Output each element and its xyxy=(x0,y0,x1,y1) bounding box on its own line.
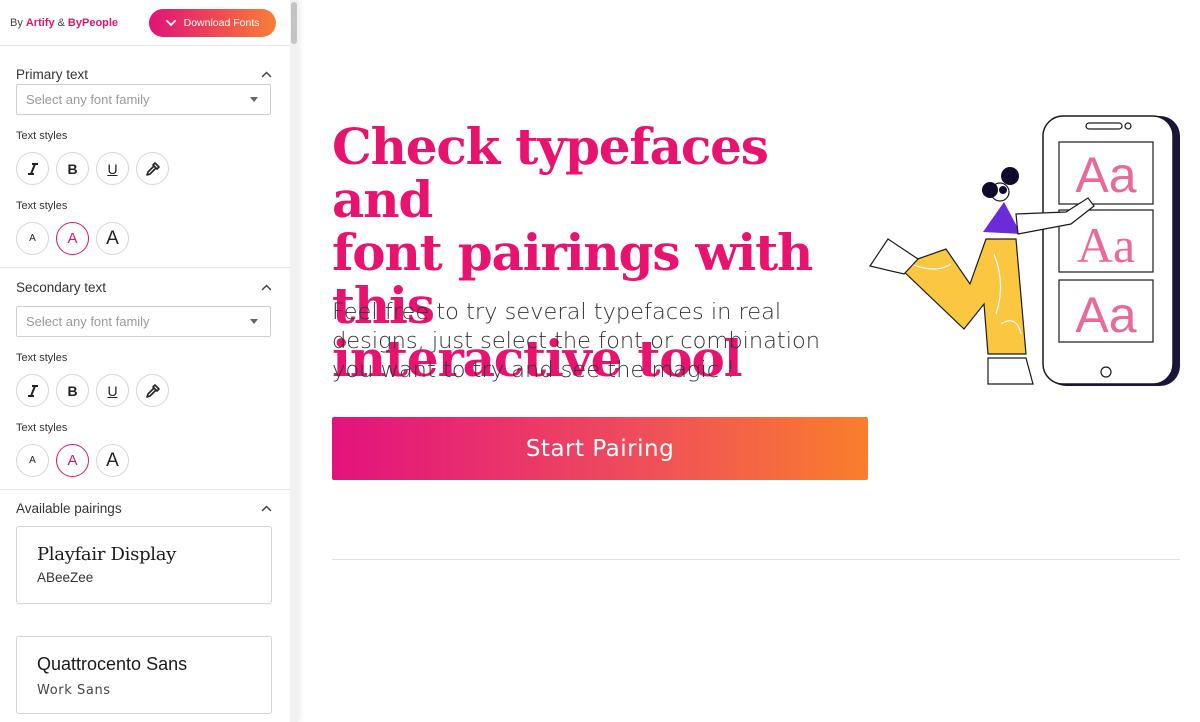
size-small-button[interactable]: A xyxy=(16,444,49,477)
pairing-card[interactable]: Quattrocento Sans Work Sans xyxy=(16,636,272,714)
primary-text-title: Primary text xyxy=(16,66,89,82)
size-small-button[interactable]: A xyxy=(16,222,49,255)
secondary-text-styles-label: Text styles xyxy=(16,352,68,364)
italic-button[interactable] xyxy=(16,152,49,185)
color-picker-button[interactable] xyxy=(136,374,169,407)
size-medium-label: A xyxy=(67,452,78,469)
artify-link[interactable]: Artify xyxy=(26,17,55,29)
download-fonts-button[interactable]: Download Fonts xyxy=(149,8,277,37)
bold-button[interactable]: B xyxy=(56,374,89,407)
subtext-line: you want to try and see the magic ! xyxy=(332,357,736,383)
primary-text-size-label: Text styles xyxy=(16,200,68,212)
phone-sample-2: Aa xyxy=(1077,217,1135,273)
bypeople-link[interactable]: ByPeople xyxy=(68,17,118,29)
pairings-section: Available pairings Playfair Display ABee… xyxy=(0,490,298,714)
pairing-primary-font: Quattrocento Sans xyxy=(37,654,188,674)
size-large-button[interactable]: A xyxy=(96,222,129,255)
headline-line: Check typefaces and xyxy=(332,117,769,229)
primary-format-buttons: B U xyxy=(16,152,282,185)
bold-button[interactable]: B xyxy=(56,152,89,185)
hero-subtext: Feel free to try several typefaces in re… xyxy=(332,298,852,385)
sidebar: By Artify & ByPeople Download Fonts Prim… xyxy=(0,0,298,722)
secondary-text-section: Secondary text Select any font family Te… xyxy=(0,268,298,490)
chevron-down-icon xyxy=(165,19,176,26)
primary-font-select[interactable]: Select any font family xyxy=(16,84,271,115)
start-pairing-button[interactable]: Start Pairing xyxy=(332,417,868,480)
primary-size-buttons: A A A xyxy=(16,222,282,267)
secondary-text-header[interactable]: Secondary text xyxy=(16,268,282,306)
italic-icon xyxy=(27,162,38,175)
primary-font-placeholder: Select any font family xyxy=(26,92,150,107)
pairings-title: Available pairings xyxy=(16,500,122,516)
secondary-text-size-label: Text styles xyxy=(16,422,68,434)
underline-button[interactable]: U xyxy=(96,152,129,185)
content-divider xyxy=(332,559,1180,560)
chevron-up-icon[interactable] xyxy=(261,503,272,514)
secondary-font-select[interactable]: Select any font family xyxy=(16,306,271,337)
size-small-label: A xyxy=(29,455,36,466)
eyedropper-icon xyxy=(145,161,160,176)
primary-text-styles-label: Text styles xyxy=(16,130,68,142)
eyedropper-icon xyxy=(145,383,160,398)
italic-icon xyxy=(27,384,38,397)
caret-down-icon xyxy=(250,97,258,102)
secondary-font-placeholder: Select any font family xyxy=(26,314,150,329)
primary-text-section: Primary text Select any font family Text… xyxy=(0,46,298,268)
download-fonts-label: Download Fonts xyxy=(183,16,260,29)
bold-icon: B xyxy=(67,382,78,399)
italic-button[interactable] xyxy=(16,374,49,407)
chevron-up-icon[interactable] xyxy=(261,282,272,293)
phone-sample-3: Aa xyxy=(1075,287,1136,343)
color-picker-button[interactable] xyxy=(136,152,169,185)
size-medium-button[interactable]: A xyxy=(56,222,89,255)
size-medium-button[interactable]: A xyxy=(56,444,89,477)
underline-icon: U xyxy=(107,160,118,177)
pairing-secondary-font: Work Sans xyxy=(37,683,111,698)
pairings-header[interactable]: Available pairings xyxy=(16,490,282,526)
secondary-text-title: Secondary text xyxy=(16,279,107,295)
subtext-line: Feel free to try several typefaces in re… xyxy=(332,299,782,325)
size-large-label: A xyxy=(106,449,119,471)
scrollbar-thumb[interactable] xyxy=(291,2,297,44)
size-large-button[interactable]: A xyxy=(96,444,129,477)
hero-illustration: Aa Aa Aa xyxy=(869,115,1180,386)
pairing-secondary-font: ABeeZee xyxy=(37,570,94,585)
bold-icon: B xyxy=(67,160,78,177)
secondary-size-buttons: A A A xyxy=(16,444,282,489)
pairing-primary-font: Playfair Display xyxy=(37,544,177,565)
sidebar-topbar: By Artify & ByPeople Download Fonts xyxy=(0,0,298,46)
credits: By Artify & ByPeople xyxy=(10,17,118,29)
underline-icon: U xyxy=(107,382,118,399)
phone-sample-1: Aa xyxy=(1075,147,1136,203)
sidebar-scrollbar[interactable] xyxy=(290,0,298,722)
by-label: By xyxy=(10,16,23,29)
size-medium-label: A xyxy=(67,230,78,247)
underline-button[interactable]: U xyxy=(96,374,129,407)
caret-down-icon xyxy=(250,319,258,324)
subtext-line: designs, just select the font or combina… xyxy=(332,328,821,354)
size-large-label: A xyxy=(106,227,119,249)
pairing-card[interactable]: Playfair Display ABeeZee xyxy=(16,526,272,604)
secondary-format-buttons: B U xyxy=(16,374,282,407)
amp-label: & xyxy=(57,16,65,29)
size-small-label: A xyxy=(29,233,36,244)
chevron-up-icon[interactable] xyxy=(261,69,272,80)
